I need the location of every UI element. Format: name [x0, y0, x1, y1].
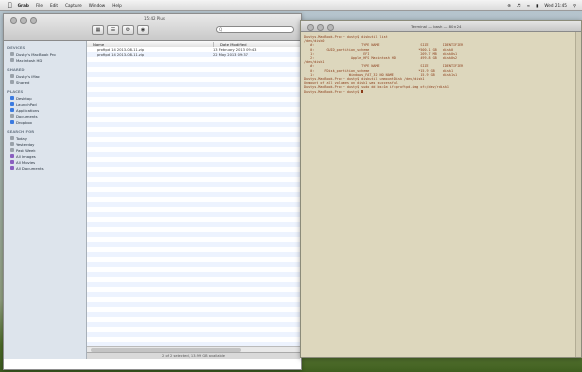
terminal-window: Terminal — bash — 80×24 Dustys-MacBook-P… [300, 20, 582, 358]
terminal-line: Dustys-MacBook-Pro:~ dusty$ [304, 90, 578, 94]
applications-icon [10, 108, 14, 112]
menu-help[interactable]: Help [112, 3, 122, 8]
images-icon [10, 154, 14, 158]
drive-icon [10, 58, 14, 62]
clock-icon [10, 142, 14, 146]
file-rows: proftpd 14 2013-08-11.zip 13 February 20… [87, 47, 300, 347]
zoom-icon[interactable] [327, 23, 334, 31]
minimize-icon[interactable] [317, 23, 324, 31]
volume-icon[interactable]: ♬ [517, 3, 521, 8]
sidebar-heading-places: PLACES [7, 89, 24, 94]
sidebar-item-all-documents[interactable]: All Documents [4, 165, 86, 171]
close-icon[interactable] [10, 17, 17, 24]
terminal-prompt: Dustys-MacBook-Pro:~ dusty$ [304, 89, 362, 94]
terminal-titlebar[interactable]: Terminal — bash — 80×24 [301, 21, 581, 32]
action-gear-button[interactable]: ⚙ [122, 25, 134, 35]
view-list-button[interactable]: ☰ [107, 25, 119, 35]
spotlight-icon[interactable]: ⚲ [573, 3, 576, 8]
apple-menu-icon[interactable]:  [8, 2, 12, 9]
wifi-icon[interactable]: ≈ [527, 3, 531, 8]
menu-edit[interactable]: Edit [50, 3, 58, 8]
terminal-output[interactable]: Dustys-MacBook-Pro:~ dusty$ diskutil lis… [301, 32, 581, 97]
menu-bar:  Grab File Edit Capture Window Help ⊛ ♬… [0, 0, 582, 11]
view-icon-button[interactable]: ▦ [92, 25, 104, 35]
menu-grab[interactable]: Grab [18, 3, 29, 8]
column-name-header[interactable]: Name [87, 42, 213, 47]
sidebar-heading-devices: DEVICES [7, 45, 26, 50]
menu-capture[interactable]: Capture [65, 3, 82, 8]
close-icon[interactable] [307, 23, 314, 31]
clock-icon [10, 148, 14, 152]
file-name: proftpd 14 2013-08-11.zip [97, 52, 145, 57]
bluetooth-icon[interactable]: ⊛ [507, 3, 511, 8]
sidebar-item-dropbox[interactable]: Dropbox [4, 119, 86, 125]
home-icon [10, 102, 14, 106]
computer-icon [10, 74, 14, 78]
desktop-icon [10, 96, 14, 100]
sidebar-heading-search-for: SEARCH FOR [7, 129, 35, 134]
finder-toolbar: ▦ ☰ ⚙ ◉ [92, 25, 149, 35]
laptop-icon [10, 52, 14, 56]
terminal-title: Terminal — bash — 80×24 [411, 24, 462, 29]
window-title: 15:42 Plus [144, 16, 165, 21]
eye-icon[interactable]: ◉ [137, 25, 149, 35]
status-bar: 2 of 2 selected, 13.99 GB available [87, 352, 300, 359]
table-row[interactable]: proftpd 14 2013-08-11.zip 22 May 2013 09… [87, 52, 300, 57]
menu-window[interactable]: Window [89, 3, 106, 8]
sidebar-heading-shared: SHARED [7, 67, 25, 72]
sidebar-item-shared[interactable]: Shared [4, 79, 86, 85]
file-list: Name Date Modified proftpd 14 2013-08-11… [87, 41, 300, 359]
window-controls [307, 23, 334, 31]
window-controls [10, 17, 37, 24]
finder-sidebar: DEVICES Dusty's MacBook Pro Macintosh HD… [4, 41, 87, 359]
file-name: proftpd 14 2013-08-11.zip [97, 47, 145, 52]
finder-window: 15:42 Plus ▦ ☰ ⚙ ◉ Q DEVICES Dusty's Mac… [3, 13, 302, 370]
movies-icon [10, 160, 14, 164]
documents-icon [10, 114, 14, 118]
file-date: 13 February 2013 09:43 [213, 47, 257, 52]
vertical-scrollbar[interactable] [575, 32, 581, 357]
column-date-header[interactable]: Date Modified [213, 41, 300, 47]
menu-file[interactable]: File [36, 3, 43, 8]
file-date: 22 May 2013 09:37 [213, 52, 248, 57]
network-icon [10, 80, 14, 84]
finder-titlebar[interactable]: 15:42 Plus ▦ ☰ ⚙ ◉ Q [4, 14, 301, 41]
clock-label[interactable]: Wed 21:45 [544, 3, 567, 8]
table-row[interactable]: proftpd 14 2013-08-11.zip 13 February 20… [87, 47, 300, 52]
menu-extras: ⊛ ♬ ≈ ▮ Wed 21:45 ⚲ [501, 3, 576, 8]
search-input[interactable]: Q [216, 26, 294, 33]
dropbox-icon [10, 120, 14, 124]
text-cursor [361, 89, 364, 94]
zoom-icon[interactable] [30, 17, 37, 24]
documents-icon [10, 166, 14, 170]
battery-icon[interactable]: ▮ [536, 3, 538, 8]
sidebar-item-macintosh-hd[interactable]: Macintosh HD [4, 57, 86, 63]
minimize-icon[interactable] [20, 17, 27, 24]
clock-icon [10, 136, 14, 140]
